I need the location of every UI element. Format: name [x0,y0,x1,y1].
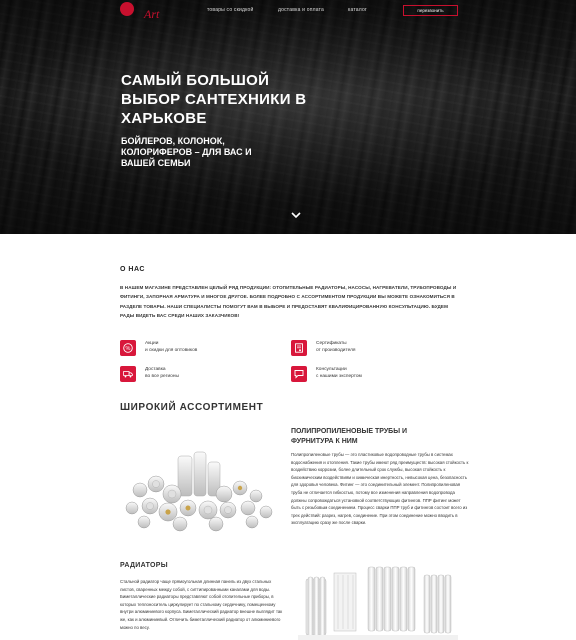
about-text: В НАШЕМ МАГАЗИНЕ ПРЕДСТАВЛЕН ЦЕЛЫЙ РЯД П… [120,285,457,318]
feature-label: Сертификаты [316,341,347,346]
feature-label: Консультации [316,367,347,372]
chevron-down-icon[interactable] [290,210,302,220]
hero-section: Art товары со скидкой доставка и оплата … [0,0,576,234]
hero-subtitle: БОЙЛЕРОВ, КОЛОНОК, КОЛОРИФЕРОВ – ДЛЯ ВАС… [121,136,252,168]
radiators-title: РАДИАТОРЫ [120,562,168,569]
percent-icon: % [120,340,136,356]
logo[interactable]: Art [120,2,180,22]
feature-sublabel: во все регионы [145,374,179,379]
feature-certificates: Сертификаты от производителя [291,340,421,360]
feature-consultation: Консультации с нашими экспертом [291,366,421,386]
feature-sublabel: от производителя [316,348,356,353]
chat-icon [291,366,307,382]
certificate-icon [291,340,307,356]
pipes-fittings-image [125,451,273,532]
feature-label: Акции [145,341,159,346]
logo-text: Art [144,7,160,21]
logo-mark-icon [120,2,134,16]
feature-discounts: % Акции и скидки для оптовиков [120,340,250,360]
range-title: ШИРОКИЙ АССОРТИМЕНТ [120,402,264,413]
hero-title: САМЫЙ БОЛЬШОЙ ВЫБОР САНТЕХНИКИ В ХАРЬКОВ… [121,72,307,127]
feature-sublabel: с нашими экспертом [316,374,362,379]
nav-discounts[interactable]: товары со скидкой [207,7,254,13]
about-title: О НАС [120,266,145,273]
nav-catalog[interactable]: каталог [348,7,367,13]
pipes-text: Полипропиленовые трубы — это пластиковые… [291,452,469,526]
feature-sublabel: и скидки для оптовиков [145,348,198,353]
callback-button[interactable]: перезвонить [403,5,458,16]
radiators-text: Стальной радиатор чаще прямоугольная дли… [120,579,283,630]
pipes-title: ПОЛИПРОПИЛЕНОВЫЕ ТРУБЫ И ФУРНИТУРА К НИМ [291,428,408,445]
feature-delivery: Доставка во все регионы [120,366,250,386]
radiators-image [298,566,458,640]
nav-delivery[interactable]: доставка и оплата [278,7,324,13]
feature-label: Доставка [145,367,166,372]
truck-icon [120,366,136,382]
svg-text:%: % [126,346,131,352]
